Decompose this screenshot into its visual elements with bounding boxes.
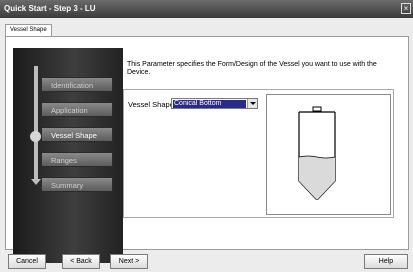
close-icon[interactable]: × bbox=[401, 3, 411, 14]
vessel-shape-group: Vessel Shape Conical Bottom bbox=[123, 89, 394, 218]
current-step-marker-icon bbox=[30, 131, 41, 142]
vessel-shape-label: Vessel Shape bbox=[128, 100, 174, 109]
vessel-shape-value: Conical Bottom bbox=[173, 100, 246, 108]
step-content: This Parameter specifies the Form/Design… bbox=[123, 58, 407, 248]
step-identification[interactable]: Identification bbox=[41, 77, 113, 92]
vessel-preview bbox=[266, 94, 391, 215]
step-summary[interactable]: Summary bbox=[41, 177, 113, 192]
step-application[interactable]: Application bbox=[41, 102, 113, 117]
step-vessel-shape[interactable]: Vessel Shape bbox=[41, 127, 113, 142]
progress-arrow-icon bbox=[31, 179, 41, 185]
progress-rail bbox=[34, 66, 38, 181]
help-button[interactable]: Help bbox=[364, 254, 408, 269]
title-bar: Quick Start - Step 3 - LU × bbox=[0, 0, 413, 18]
wizard-steps-panel: Identification Application Vessel Shape … bbox=[13, 48, 123, 263]
vessel-shape-select[interactable]: Conical Bottom bbox=[171, 98, 258, 109]
chevron-down-icon bbox=[250, 102, 256, 105]
next-button[interactable]: Next > bbox=[110, 254, 148, 269]
step-ranges[interactable]: Ranges bbox=[41, 152, 113, 167]
dropdown-button[interactable] bbox=[247, 99, 257, 108]
wizard-button-bar: Cancel < Back Next > Help bbox=[0, 254, 413, 272]
back-button[interactable]: < Back bbox=[62, 254, 100, 269]
cancel-button[interactable]: Cancel bbox=[8, 254, 46, 269]
conical-bottom-vessel-icon bbox=[298, 106, 336, 200]
parameter-description: This Parameter specifies the Form/Design… bbox=[127, 61, 377, 76]
wizard-window: Vessel Shape Identification Application … bbox=[0, 18, 413, 272]
window-title: Quick Start - Step 3 - LU bbox=[4, 4, 96, 13]
